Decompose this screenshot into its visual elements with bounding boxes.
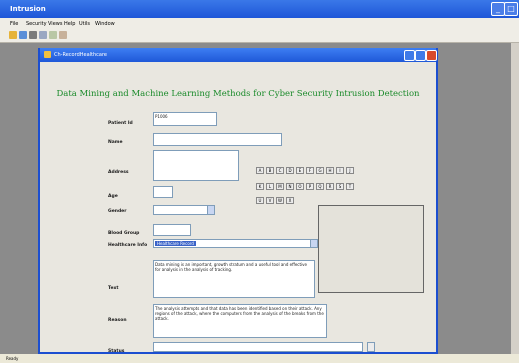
key-a[interactable]: A	[256, 167, 264, 174]
patient-id-label: Patient Id	[108, 121, 133, 126]
key-e[interactable]: E	[296, 167, 304, 174]
status-text: Ready	[6, 356, 19, 361]
key-j[interactable]: J	[346, 167, 354, 174]
key-b[interactable]: B	[266, 167, 274, 174]
key-m[interactable]: M	[276, 183, 284, 190]
menu-views[interactable]: Views	[48, 21, 62, 27]
menu-file[interactable]: File	[10, 21, 18, 27]
child-close-button[interactable]	[426, 50, 437, 61]
menu-window[interactable]: Window	[95, 21, 115, 27]
maximize-button[interactable]: □	[504, 2, 518, 16]
copy-icon[interactable]	[49, 31, 57, 39]
print-icon[interactable]	[29, 31, 37, 39]
key-r[interactable]: R	[326, 183, 334, 190]
reason-area[interactable]: The analysis attempts and that data has …	[153, 304, 327, 338]
menu-help[interactable]: Help	[64, 21, 75, 27]
main-title-bar: Intrusion _ □	[0, 0, 519, 18]
age-input[interactable]	[153, 186, 173, 198]
child-minimize-button[interactable]	[404, 50, 415, 61]
key-n[interactable]: N	[286, 183, 294, 190]
patient-id-input[interactable]: P1006	[153, 112, 217, 126]
key-f[interactable]: F	[306, 167, 314, 174]
menu-security[interactable]: Security	[26, 21, 47, 27]
name-input[interactable]	[153, 133, 282, 146]
key-g[interactable]: G	[316, 167, 324, 174]
address-label: Address	[108, 170, 129, 175]
cut-icon[interactable]	[39, 31, 47, 39]
gender-select[interactable]	[153, 205, 215, 215]
blood-group-input[interactable]	[153, 224, 191, 236]
key-p[interactable]: P	[306, 183, 314, 190]
bottom-button[interactable]	[367, 342, 375, 352]
status-bar: Ready	[0, 354, 519, 363]
reason-label: Reason	[108, 318, 127, 323]
key-t[interactable]: T	[346, 183, 354, 190]
paste-icon[interactable]	[59, 31, 67, 39]
toolbar	[0, 29, 519, 43]
window-title: Intrusion	[10, 5, 46, 13]
record-window: Ch-RecordHealthcare Data Mining and Mach…	[38, 48, 438, 354]
save-icon[interactable]	[19, 31, 27, 39]
bottom-input[interactable]	[153, 342, 363, 352]
menu-utils[interactable]: Utils	[79, 21, 90, 27]
key-d[interactable]: D	[286, 167, 294, 174]
healthcare-selected-value: Healthcare Record	[155, 241, 196, 246]
record-window-title: Ch-RecordHealthcare	[54, 52, 107, 58]
healthcare-label: Healthcare Info	[108, 243, 148, 248]
key-x[interactable]: X	[286, 197, 294, 204]
form-heading: Data Mining and Machine Learning Methods…	[56, 89, 420, 99]
minimize-button[interactable]: _	[491, 2, 505, 16]
gender-label: Gender	[108, 209, 127, 214]
child-maximize-button[interactable]	[415, 50, 426, 61]
key-c[interactable]: C	[276, 167, 284, 174]
key-v[interactable]: V	[266, 197, 274, 204]
text-label: Text	[108, 286, 119, 291]
key-h[interactable]: H	[326, 167, 334, 174]
photo-box	[318, 205, 424, 293]
healthcare-select[interactable]: Healthcare Record	[153, 239, 318, 248]
menu-bar: File Security Views Help Utils Window	[0, 18, 519, 29]
key-w[interactable]: W	[276, 197, 284, 204]
key-i[interactable]: I	[336, 167, 344, 174]
key-k[interactable]: K	[256, 183, 264, 190]
key-u[interactable]: U	[256, 197, 264, 204]
age-label: Age	[108, 194, 118, 199]
key-o[interactable]: O	[296, 183, 304, 190]
app-window: Intrusion _ □ File Security Views Help U…	[0, 0, 519, 363]
chevron-down-icon[interactable]	[207, 206, 214, 214]
vertical-scrollbar[interactable]	[511, 43, 519, 354]
open-icon[interactable]	[9, 31, 17, 39]
record-window-title-bar: Ch-RecordHealthcare	[40, 48, 437, 62]
window-icon	[44, 51, 51, 58]
chevron-down-icon[interactable]	[310, 240, 317, 247]
address-input[interactable]	[153, 150, 239, 181]
key-s[interactable]: S	[336, 183, 344, 190]
name-label: Name	[108, 140, 123, 145]
blood-group-label: Blood Group	[108, 231, 140, 236]
text-area[interactable]: Data mining is an important, growth stra…	[153, 260, 315, 298]
key-l[interactable]: L	[266, 183, 274, 190]
key-q[interactable]: Q	[316, 183, 324, 190]
